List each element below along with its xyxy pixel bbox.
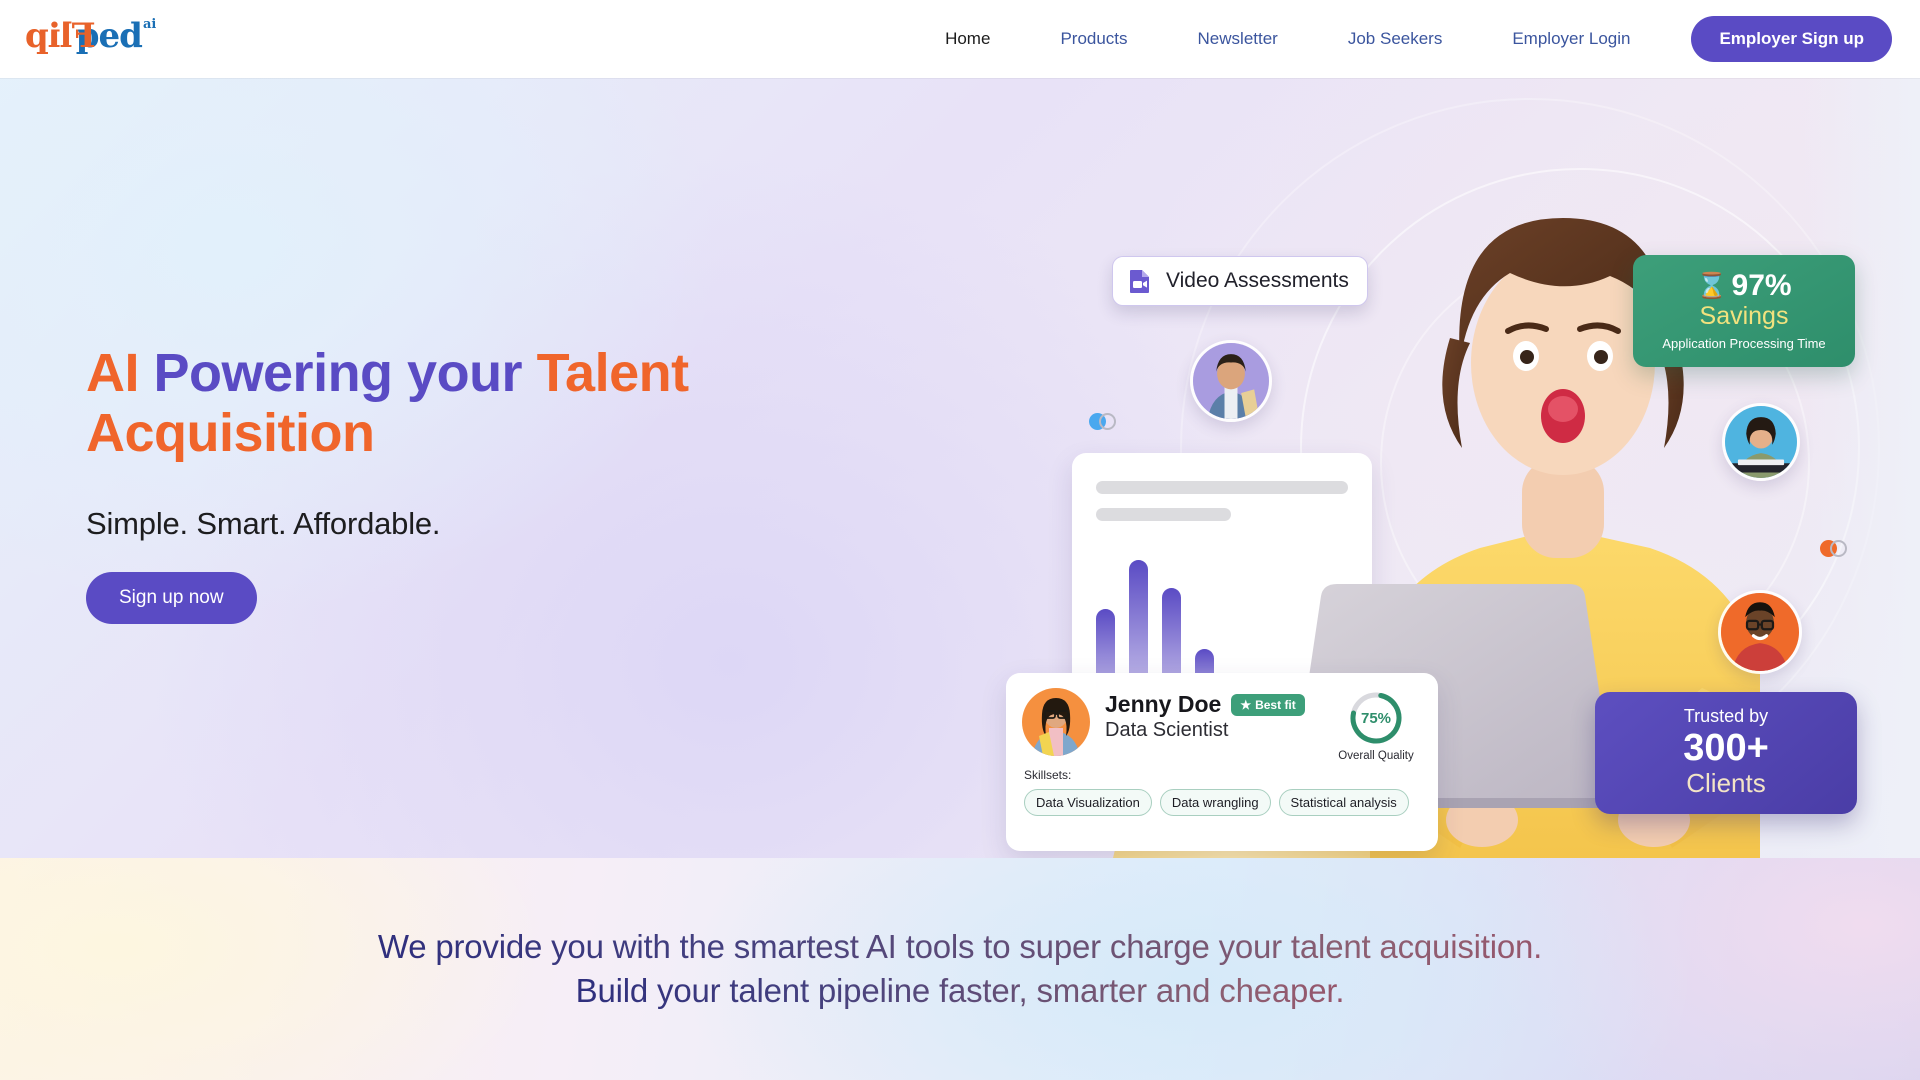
main-navigation: Home Products Newsletter Job Seekers Emp…: [910, 16, 1892, 62]
signup-now-button[interactable]: Sign up now: [86, 571, 257, 624]
skill-pill: Data wrangling: [1159, 789, 1271, 816]
candidate-name: Jenny Doe: [1105, 691, 1222, 717]
decorative-dots-orange: [1820, 540, 1847, 557]
skill-pill: Statistical analysis: [1278, 789, 1409, 816]
candidate-info: Jenny Doe ★ Best fit Data Scientist: [1105, 688, 1330, 742]
trusted-by-card: Trusted by 300+ Clients: [1595, 692, 1857, 814]
quality-score-value: 75%: [1360, 709, 1392, 727]
avatar-candidate-3: [1718, 590, 1802, 674]
candidate-header: Jenny Doe ★ Best fit Data Scientist 75%: [1006, 673, 1438, 762]
hourglass-icon: ⌛: [1696, 271, 1728, 300]
video-assessments-chip[interactable]: Video Assessments: [1112, 256, 1368, 306]
avatar: [1022, 688, 1090, 756]
dot-outline-orange: [1830, 540, 1847, 557]
video-file-icon: [1130, 270, 1149, 293]
skillsets-label: Skillsets:: [1024, 768, 1072, 782]
nav-item-job-seekers[interactable]: Job Seekers: [1348, 29, 1443, 49]
skill-pill-list: Data Visualization Data wrangling Statisti…: [1024, 789, 1438, 816]
site-header: Flip ped ai Home Products Newsletter Job…: [0, 0, 1920, 78]
donut-chart: 75%: [1348, 690, 1404, 746]
client-count: 300+: [1683, 727, 1769, 769]
logo[interactable]: Flip ped ai: [26, 16, 156, 62]
savings-top-row: ⌛ 97%: [1633, 269, 1855, 303]
page-title: AI Powering your Talent Acquisition: [86, 343, 806, 464]
banner-line-1: We provide you with the smartest AI tool…: [378, 925, 1542, 969]
logo-ai-superscript: ai: [142, 17, 157, 32]
status-badge: ★ Best fit: [1231, 693, 1305, 716]
savings-card: ⌛ 97% Savings Application Processing Tim…: [1633, 255, 1855, 367]
nav-item-employer-login[interactable]: Employer Login: [1512, 29, 1630, 49]
candidate-card: Jenny Doe ★ Best fit Data Scientist 75%: [1006, 673, 1438, 851]
placeholder-line-2: [1096, 508, 1231, 521]
employer-signup-button[interactable]: Employer Sign up: [1691, 16, 1892, 62]
avatar-candidate-1: [1190, 340, 1272, 422]
banner-line-2: Build your talent pipeline faster, smart…: [576, 969, 1345, 1013]
skill-pill: Data Visualization: [1024, 789, 1152, 816]
dot-outline-blue: [1099, 413, 1116, 430]
avatar-candidate-2: [1722, 403, 1800, 481]
nav-item-newsletter[interactable]: Newsletter: [1198, 29, 1278, 49]
candidate-name-row: Jenny Doe ★ Best fit: [1105, 691, 1330, 718]
video-assessments-label: Video Assessments: [1166, 269, 1349, 292]
savings-percent: 97%: [1731, 269, 1792, 302]
candidate-role: Data Scientist: [1105, 719, 1229, 741]
quality-score-label: Overall Quality: [1338, 750, 1414, 762]
star-icon: ★: [1240, 697, 1252, 712]
quality-score: 75% Overall Quality: [1330, 688, 1422, 762]
nav-item-products[interactable]: Products: [1060, 29, 1127, 49]
logo-flip-text: Flip: [26, 16, 96, 56]
value-proposition-banner: We provide you with the smartest AI tool…: [0, 858, 1920, 1080]
clients-label: Clients: [1686, 767, 1766, 798]
placeholder-line-1: [1096, 481, 1348, 494]
savings-word: Savings: [1699, 302, 1789, 330]
hero-copy: AI Powering your Talent Acquisition Simp…: [86, 343, 806, 624]
hero-section: AI Powering your Talent Acquisition Simp…: [0, 78, 1920, 858]
nav-item-home[interactable]: Home: [945, 29, 990, 49]
headline-segment-powering: Powering your: [153, 343, 537, 403]
trusted-by-label: Trusted by: [1683, 706, 1769, 726]
best-fit-label: Best fit: [1255, 697, 1296, 712]
hero-subheadline: Simple. Smart. Affordable.: [86, 505, 441, 541]
decorative-dots-blue: [1089, 413, 1116, 430]
headline-segment-ai: AI: [86, 343, 154, 403]
savings-subtitle: Application Processing Time: [1662, 336, 1826, 351]
